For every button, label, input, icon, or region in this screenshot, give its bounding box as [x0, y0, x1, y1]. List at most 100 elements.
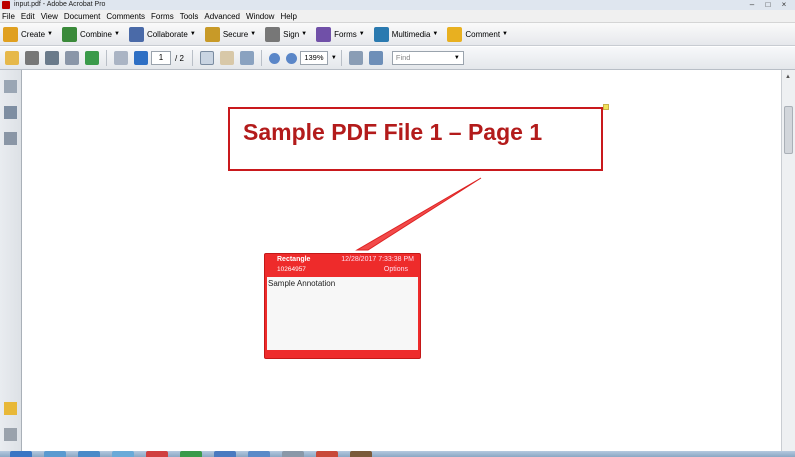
page-number-input[interactable]: 1 — [151, 51, 171, 65]
attachments-paperclip-icon[interactable] — [4, 428, 17, 441]
chevron-down-icon: ▼ — [358, 31, 365, 37]
toolbar-separator — [340, 50, 342, 66]
comment-icon — [447, 26, 463, 42]
note-marker-icon[interactable] — [603, 104, 609, 110]
annotation-date: 12/28/2017 7:33:38 PM — [341, 256, 414, 263]
chevron-down-icon: ▼ — [301, 31, 308, 37]
combine-icon — [61, 26, 77, 42]
signatures-panel-icon[interactable] — [4, 132, 17, 145]
menu-help[interactable]: Help — [278, 10, 300, 23]
save-icon[interactable] — [45, 51, 59, 65]
comment-label: Comment — [465, 29, 501, 39]
toolbar-separator — [260, 50, 262, 66]
forms-icon — [316, 26, 332, 42]
hand-tool-icon[interactable] — [219, 51, 234, 65]
minimize-button[interactable]: – — [745, 0, 759, 9]
acrobat-app-icon — [2, 1, 10, 9]
vertical-scrollbar[interactable]: ▲ — [781, 70, 795, 451]
multimedia-label: Multimedia — [391, 29, 431, 39]
title-rectangle-annotation[interactable]: Sample PDF File 1 – Page 1 — [228, 107, 603, 171]
window-controls: – □ × — [745, 0, 791, 9]
secure-label: Secure — [222, 29, 249, 39]
bookmarks-panel-icon[interactable] — [4, 106, 17, 119]
chevron-down-icon: ▼ — [189, 31, 196, 37]
menu-edit[interactable]: Edit — [19, 10, 39, 23]
maximize-button[interactable]: □ — [761, 0, 775, 9]
email-icon[interactable] — [65, 51, 79, 65]
taskbar-app-icon[interactable] — [214, 451, 236, 457]
chevron-down-icon: ▼ — [113, 31, 120, 37]
scrollbar-thumb[interactable] — [784, 106, 793, 154]
annotation-type: Rectangle — [277, 256, 311, 263]
menu-tools[interactable]: Tools — [178, 10, 203, 23]
annotation-popup[interactable]: Rectangle 12/28/2017 7:33:38 PM 10264957… — [264, 253, 421, 359]
next-page-icon[interactable] — [134, 51, 148, 65]
taskbar-app-icon[interactable] — [316, 451, 338, 457]
find-dropdown-icon[interactable]: ▼ — [454, 55, 460, 61]
collaborate-label: Collaborate — [146, 29, 188, 39]
open-folder-icon[interactable] — [5, 51, 19, 65]
page-total: / 2 — [175, 53, 184, 63]
annotation-text-area[interactable]: Sample Annotation — [267, 277, 418, 350]
collaborate-icon — [128, 26, 144, 42]
marquee-zoom-icon[interactable] — [239, 51, 254, 65]
annotation-options-button[interactable]: Options — [384, 266, 408, 273]
menu-file[interactable]: File — [0, 10, 19, 23]
comment-button[interactable]: Comment ▼ — [444, 25, 512, 44]
menu-bar: File Edit View Document Comments Forms T… — [0, 10, 795, 23]
zoom-level-input[interactable]: 139% — [299, 51, 328, 65]
menu-comments[interactable]: Comments — [104, 10, 149, 23]
lock-icon — [204, 26, 220, 42]
menu-forms[interactable]: Forms — [149, 10, 178, 23]
secure-button[interactable]: Secure ▼ — [202, 25, 260, 44]
taskbar-app-icon[interactable] — [44, 451, 66, 457]
chevron-down-icon: ▼ — [432, 31, 439, 37]
taskbar-app-icon[interactable] — [350, 451, 372, 457]
comments-panel-icon[interactable] — [4, 402, 17, 415]
tasks-toolbar: Create ▼ Combine ▼ Collaborate ▼ Secure ▼ Si… — [0, 23, 795, 46]
title-bar: input.pdf - Adobe Acrobat Pro – □ × — [0, 0, 795, 10]
multimedia-icon — [373, 26, 389, 42]
print-icon[interactable] — [25, 51, 39, 65]
toolbar-separator — [106, 50, 107, 66]
zoom-in-icon[interactable] — [285, 52, 297, 64]
annotation-popup-header[interactable]: Rectangle 12/28/2017 7:33:38 PM 10264957… — [265, 254, 420, 277]
toolbar-separator — [191, 50, 193, 66]
taskbar-app-icon[interactable] — [112, 451, 134, 457]
taskbar-start-icon[interactable] — [10, 451, 32, 457]
zoom-out-icon[interactable] — [268, 52, 280, 64]
combine-button[interactable]: Combine ▼ — [59, 25, 124, 44]
multimedia-button[interactable]: Multimedia ▼ — [371, 25, 443, 44]
annotation-text: Sample Annotation — [268, 279, 336, 288]
sign-button[interactable]: Sign ▼ — [262, 25, 311, 44]
scroll-up-icon[interactable]: ▲ — [785, 74, 791, 80]
fit-page-icon[interactable] — [348, 51, 363, 65]
create-button[interactable]: Create ▼ — [0, 25, 57, 44]
menu-advanced[interactable]: Advanced — [202, 10, 244, 23]
taskbar-app-icon[interactable] — [78, 451, 100, 457]
taskbar-app-icon[interactable] — [282, 451, 304, 457]
forms-label: Forms — [334, 29, 357, 39]
taskbar-app-icon[interactable] — [146, 451, 168, 457]
menu-document[interactable]: Document — [62, 10, 104, 23]
organizer-icon[interactable] — [85, 51, 99, 65]
navigation-pane — [0, 70, 22, 451]
pages-panel-icon[interactable] — [4, 80, 17, 93]
collaborate-button[interactable]: Collaborate ▼ — [126, 25, 200, 44]
taskbar-app-icon[interactable] — [248, 451, 270, 457]
window-title: input.pdf - Adobe Acrobat Pro — [14, 1, 106, 8]
chevron-down-icon: ▼ — [502, 31, 508, 37]
taskbar-app-icon[interactable] — [180, 451, 202, 457]
close-button[interactable]: × — [777, 0, 791, 9]
zoom-dropdown-icon[interactable]: ▼ — [331, 55, 337, 61]
menu-view[interactable]: View — [39, 10, 62, 23]
menu-window[interactable]: Window — [244, 10, 278, 23]
previous-page-icon[interactable] — [114, 51, 128, 65]
create-icon — [3, 26, 18, 42]
full-screen-icon[interactable] — [368, 51, 383, 65]
chevron-down-icon: ▼ — [250, 31, 257, 37]
navigation-toolbar: 1 / 2 139% ▼ Find ▼ — [0, 47, 795, 70]
forms-button[interactable]: Forms ▼ — [313, 25, 369, 44]
select-tool-icon[interactable] — [199, 51, 214, 65]
document-page[interactable]: Sample PDF File 1 – Page 1 Rectangle 12/… — [23, 70, 781, 451]
